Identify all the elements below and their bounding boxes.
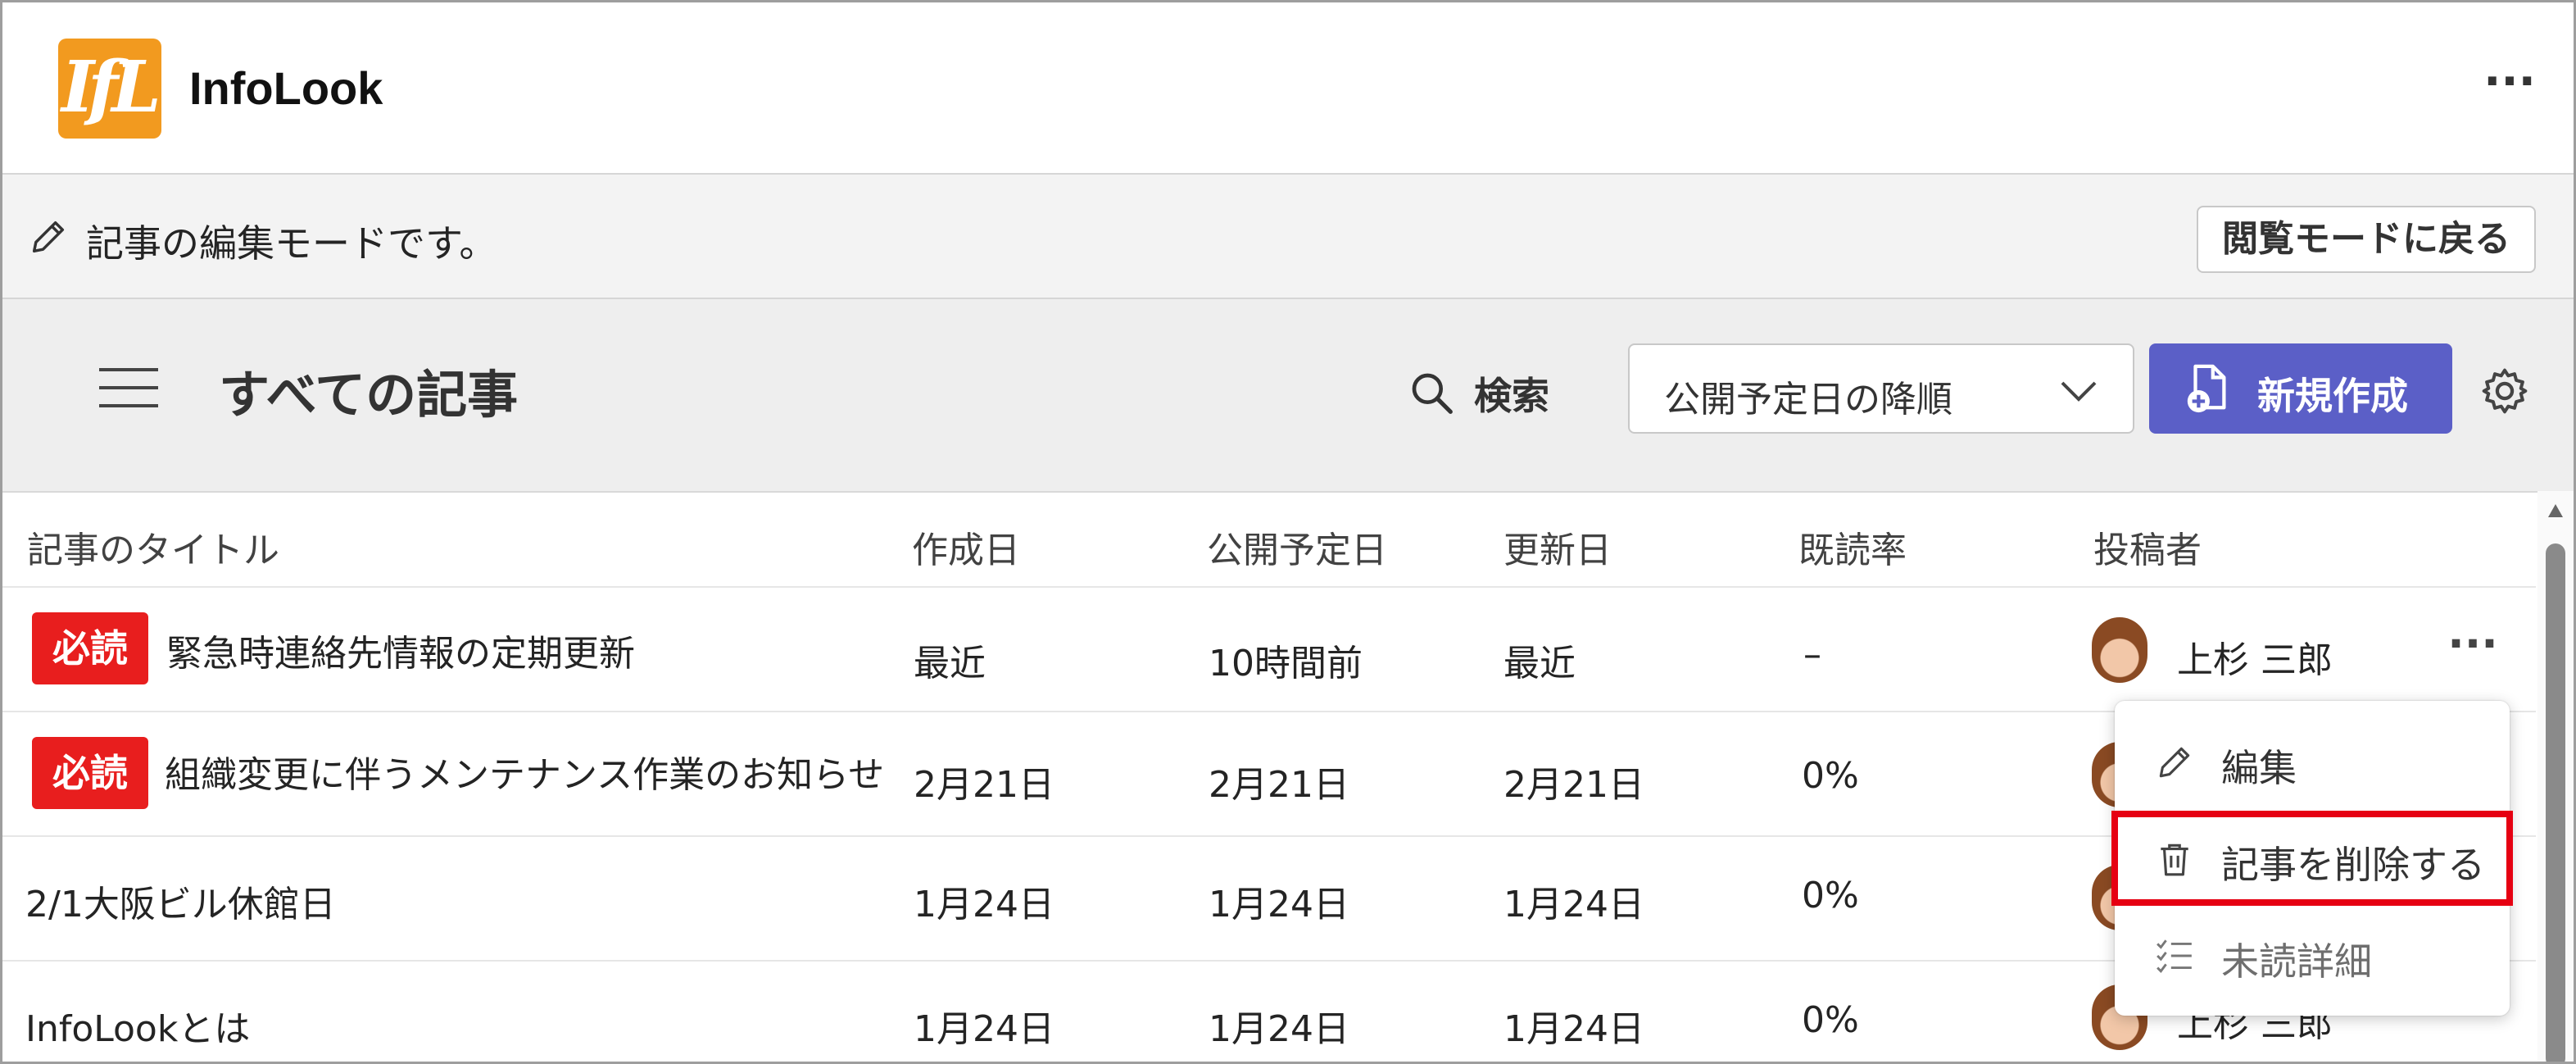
search-button[interactable]: 検索	[1474, 366, 1549, 421]
menu-item-label: 未読詳細	[2221, 939, 2372, 984]
menu-item-edit[interactable]: 編集	[2115, 717, 2510, 806]
scroll-thumb[interactable]	[2546, 543, 2565, 1062]
updated-date: 1月24日	[1503, 884, 1644, 925]
logo-text: IfL	[61, 46, 161, 129]
created-date: 1月24日	[914, 884, 1054, 925]
column-header-author[interactable]: 投稿者	[2093, 521, 2202, 573]
app-window: IfL InfoLook ··· 記事の編集モードです。 閲覧モードに戻る すべ…	[0, 0, 2576, 1064]
column-header-scheduled[interactable]: 公開予定日	[1207, 521, 1387, 573]
article-title[interactable]: InfoLookとは	[25, 999, 250, 1052]
scheduled-date: 1月24日	[1209, 884, 1349, 925]
article-title[interactable]: 2/1大阪ビル休館日	[25, 875, 336, 927]
edit-mode-banner: 記事の編集モードです。 閲覧モードに戻る	[2, 175, 2574, 299]
edit-mode-text: 記事の編集モードです。	[86, 221, 497, 266]
article-title[interactable]: 組織変更に伴うメンテナンス作業のお知らせ	[165, 745, 884, 798]
updated-date: 2月21日	[1503, 764, 1644, 806]
scrollbar[interactable]	[2537, 491, 2574, 1062]
scheduled-date: 2月21日	[1209, 764, 1349, 806]
page-title: すべての記事	[219, 365, 519, 425]
hamburger-menu-icon[interactable]	[99, 365, 158, 411]
required-reading-badge: 必読	[32, 612, 148, 684]
column-header-updated[interactable]: 更新日	[1503, 521, 1612, 573]
column-header-title[interactable]: 記事のタイトル	[27, 521, 279, 573]
column-header-created[interactable]: 作成日	[912, 521, 1020, 573]
sort-value: 公開予定日の降順	[1664, 379, 1952, 421]
toolbar: すべての記事 検索 公開予定日の降順 新規作成	[2, 299, 2574, 493]
row-more-button[interactable]: ···	[2444, 622, 2501, 673]
required-reading-badge: 必読	[32, 737, 148, 809]
avatar	[2092, 617, 2147, 683]
app-header: IfL InfoLook ···	[2, 2, 2574, 175]
column-header-read-rate[interactable]: 既読率	[1798, 521, 1907, 573]
updated-date: 1月24日	[1503, 1008, 1644, 1050]
new-article-button[interactable]: 新規作成	[2149, 343, 2452, 434]
chevron-down-icon	[2061, 381, 2097, 402]
pencil-icon	[2159, 747, 2190, 778]
checklist-icon	[2156, 939, 2192, 973]
read-rate: –	[1803, 634, 1821, 675]
scheduled-date: 10時間前	[1209, 643, 1363, 684]
app-title: InfoLook	[189, 62, 383, 114]
back-to-view-mode-button[interactable]: 閲覧モードに戻る	[2197, 206, 2536, 273]
menu-item-unread-details[interactable]: 未読詳細	[2115, 911, 2510, 999]
article-title[interactable]: 緊急時連絡先情報の定期更新	[166, 624, 635, 676]
author-name: 上杉 三郎	[2177, 639, 2333, 681]
table-row[interactable]: 必読 緊急時連絡先情報の定期更新 最近 10時間前 最近 – 上杉 三郎 ···	[2, 588, 2536, 712]
created-date: 1月24日	[914, 1008, 1054, 1050]
app-logo: IfL	[58, 39, 161, 139]
read-rate: 0%	[1802, 999, 1859, 1041]
new-document-icon	[2187, 364, 2226, 413]
read-rate: 0%	[1802, 875, 1859, 916]
created-date: 2月21日	[914, 764, 1054, 806]
gear-icon[interactable]	[2478, 365, 2531, 417]
pencil-icon	[32, 221, 65, 253]
read-rate: 0%	[1802, 755, 1859, 797]
new-article-label: 新規作成	[2257, 374, 2408, 418]
scroll-up-arrow-icon[interactable]	[2547, 502, 2564, 521]
more-options-button[interactable]: ···	[2477, 59, 2542, 119]
menu-item-delete-article[interactable]: 記事を削除する	[2111, 811, 2513, 906]
created-date: 最近	[914, 643, 986, 684]
updated-date: 最近	[1503, 643, 1576, 684]
sort-dropdown[interactable]: 公開予定日の降順	[1628, 343, 2134, 434]
search-icon[interactable]	[1408, 370, 1454, 416]
menu-item-label: 編集	[2221, 746, 2297, 790]
highlight-box	[2111, 811, 2513, 906]
row-context-menu: 編集 記事を削除する 未読詳細	[2111, 701, 2513, 1016]
scheduled-date: 1月24日	[1209, 1008, 1349, 1050]
